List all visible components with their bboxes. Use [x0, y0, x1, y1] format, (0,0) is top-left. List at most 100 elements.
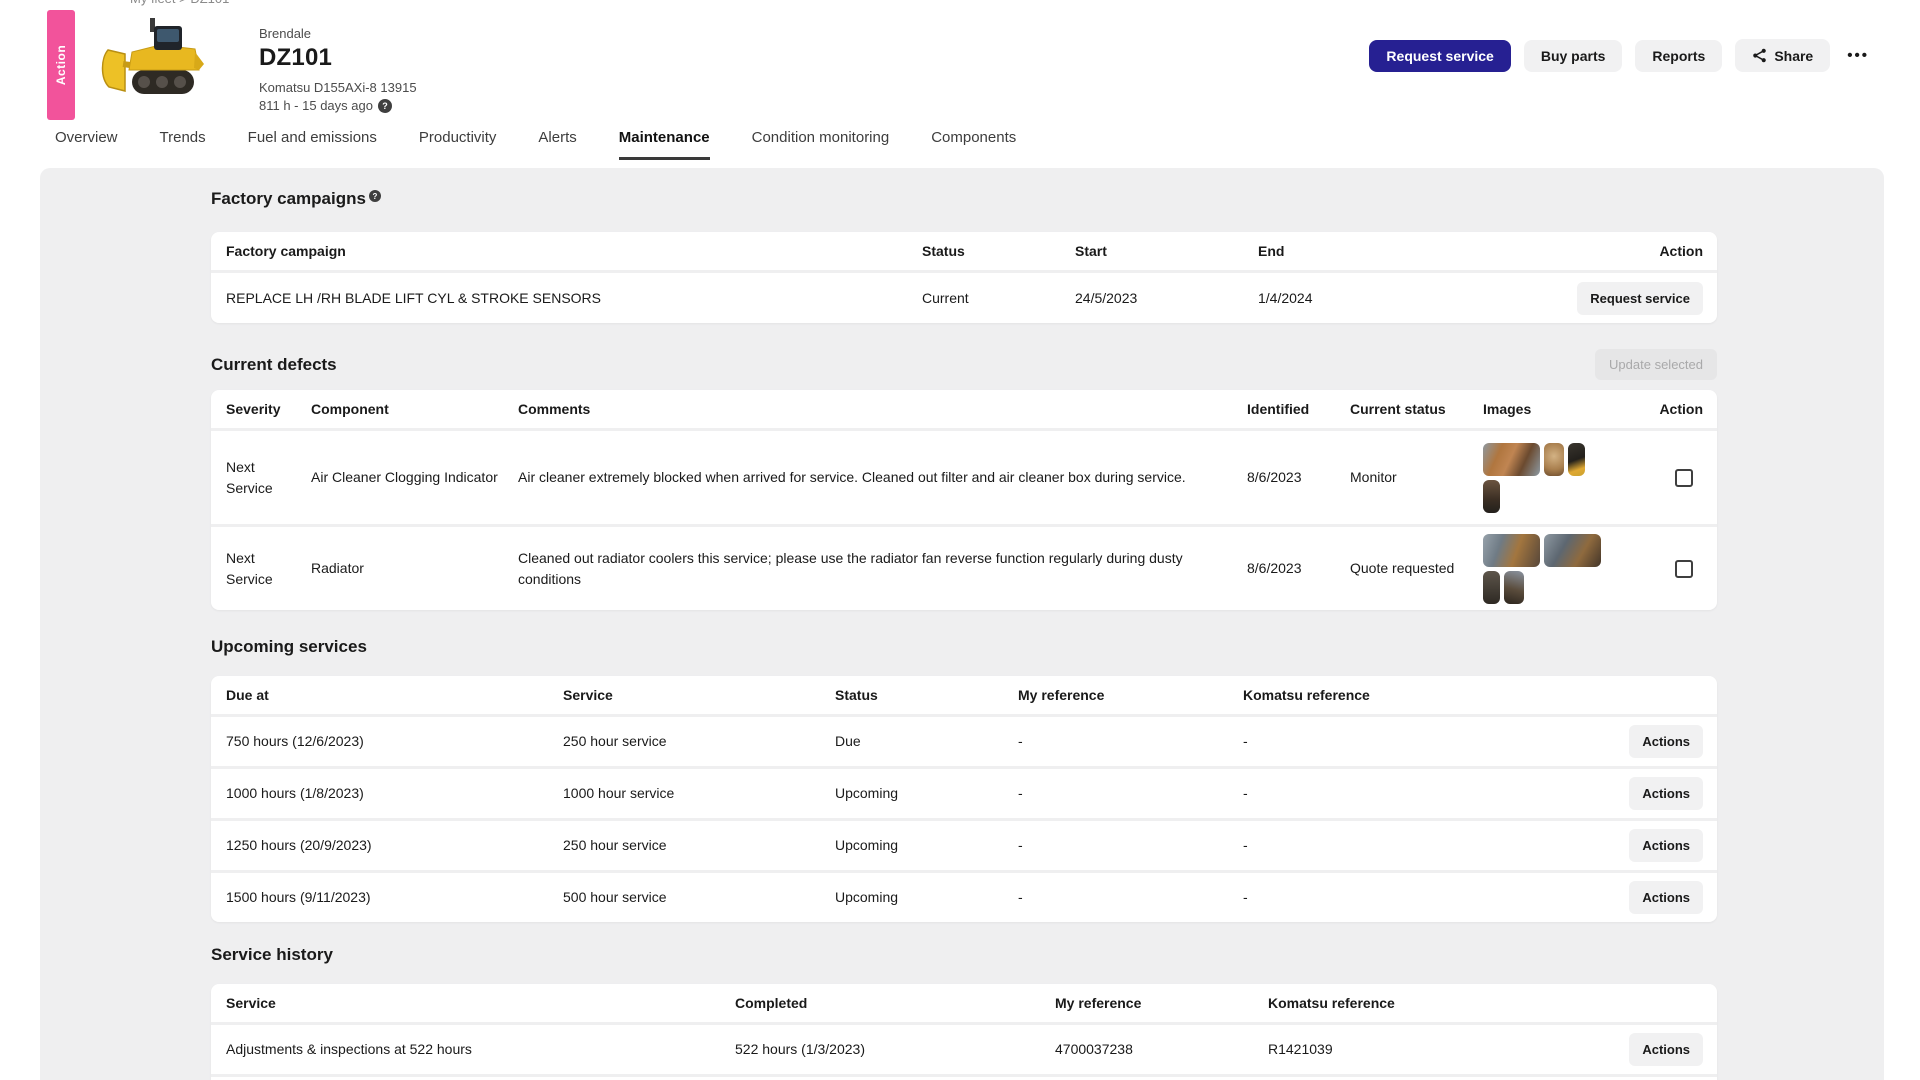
reports-button[interactable]: Reports — [1635, 40, 1722, 72]
current-defects-table-header: Severity Component Comments Identified C… — [211, 390, 1717, 428]
actions-button[interactable]: Actions — [1629, 829, 1703, 862]
upcoming-services-header: Upcoming services — [211, 632, 1717, 662]
actions-button[interactable]: Actions — [1629, 725, 1703, 758]
action-side-tab[interactable]: Action — [47, 10, 75, 120]
table-row: 500 hour service 499 hours (17/11/2021) … — [211, 1074, 1717, 1080]
defect-checkbox[interactable] — [1675, 469, 1693, 487]
table-row: 1250 hours (20/9/2023) 250 hour service … — [211, 818, 1717, 870]
service-my-reference: - — [1018, 835, 1243, 855]
service-status: Upcoming — [835, 835, 1018, 855]
defect-image-thumbnail[interactable] — [1483, 534, 1540, 567]
machine-model: Komatsu D155AXi-8 13915 — [259, 80, 417, 95]
defect-component: Radiator — [311, 558, 518, 578]
col-current-status: Current status — [1350, 399, 1483, 419]
service-status: Upcoming — [835, 887, 1018, 907]
service-due-at: 1000 hours (1/8/2023) — [211, 783, 563, 803]
actions-button[interactable]: Actions — [1629, 1033, 1703, 1066]
campaign-start: 24/5/2023 — [1075, 288, 1258, 308]
table-row: Adjustments & inspections at 522 hours 5… — [211, 1022, 1717, 1074]
col-action: Action — [1637, 399, 1717, 419]
machine-info: Brendale DZ101 Komatsu D155AXi-8 13915 8… — [259, 26, 417, 113]
col-my-reference: My reference — [1018, 685, 1243, 705]
service-name: 500 hour service — [563, 887, 835, 907]
buy-parts-button[interactable]: Buy parts — [1524, 40, 1623, 72]
tab-overview[interactable]: Overview — [55, 129, 118, 160]
tab-alerts[interactable]: Alerts — [538, 129, 576, 160]
service-status: Upcoming — [835, 783, 1018, 803]
factory-campaigns-table-header: Factory campaign Status Start End Action — [211, 232, 1717, 270]
tab-trends[interactable]: Trends — [160, 129, 206, 160]
share-button[interactable]: Share — [1735, 39, 1830, 72]
service-my-reference: - — [1018, 731, 1243, 751]
tab-components[interactable]: Components — [931, 129, 1016, 160]
defect-severity: Next Service — [211, 548, 311, 589]
current-defects-title: Current defects — [211, 355, 337, 375]
defect-checkbox[interactable] — [1675, 560, 1693, 578]
table-row: 750 hours (12/6/2023) 250 hour service D… — [211, 714, 1717, 766]
col-comments: Comments — [518, 399, 1247, 419]
defect-component: Air Cleaner Clogging Indicator — [311, 467, 518, 487]
col-start: Start — [1075, 241, 1258, 261]
actions-button[interactable]: Actions — [1629, 881, 1703, 914]
table-row: Next Service Radiator Cleaned out radiat… — [211, 524, 1717, 610]
defect-image-thumbnail[interactable] — [1544, 443, 1564, 476]
table-row: REPLACE LH /RH BLADE LIFT CYL & STROKE S… — [211, 270, 1717, 323]
defect-status: Monitor — [1350, 467, 1483, 487]
defect-identified: 8/6/2023 — [1247, 467, 1350, 487]
defect-image-thumbnail[interactable] — [1504, 571, 1524, 604]
factory-campaigns-title-text: Factory campaigns — [211, 189, 366, 209]
table-row: 1000 hours (1/8/2023) 1000 hour service … — [211, 766, 1717, 818]
current-defects-table: Severity Component Comments Identified C… — [211, 390, 1717, 610]
upcoming-services-table: Due at Service Status My reference Komat… — [211, 676, 1717, 922]
machine-hours: 811 h - 15 days ago ? — [259, 98, 417, 113]
col-images: Images — [1483, 399, 1637, 419]
campaign-end: 1/4/2024 — [1258, 288, 1557, 308]
defect-image-thumbnail[interactable] — [1568, 443, 1585, 476]
update-selected-button[interactable]: Update selected — [1595, 349, 1717, 380]
page-title: DZ101 — [259, 44, 417, 72]
service-history-table-header: Service Completed My reference Komatsu r… — [211, 984, 1717, 1022]
service-komatsu-reference: - — [1243, 887, 1543, 907]
info-icon[interactable]: ? — [369, 190, 381, 202]
defect-image-thumbnail[interactable] — [1483, 443, 1540, 476]
tab-fuel-and-emissions[interactable]: Fuel and emissions — [248, 129, 377, 160]
page: My fleet > DZ101 Action Brendale DZ101 K… — [0, 0, 1920, 1080]
tab-condition-monitoring[interactable]: Condition monitoring — [752, 129, 890, 160]
defect-image-thumbnail[interactable] — [1544, 534, 1601, 567]
col-action: Action — [1557, 241, 1717, 261]
col-completed: Completed — [735, 993, 1055, 1013]
service-due-at: 1250 hours (20/9/2023) — [211, 835, 563, 855]
table-row: 1500 hours (9/11/2023) 500 hour service … — [211, 870, 1717, 922]
col-komatsu-reference: Komatsu reference — [1243, 685, 1543, 705]
more-menu-button[interactable]: ••• — [1843, 41, 1873, 70]
service-status: Due — [835, 731, 1018, 751]
tab-maintenance[interactable]: Maintenance — [619, 129, 710, 160]
defect-image-thumbnail[interactable] — [1483, 571, 1500, 604]
defect-comments: Cleaned out radiator coolers this servic… — [518, 548, 1247, 589]
history-service: Adjustments & inspections at 522 hours — [211, 1039, 735, 1059]
service-komatsu-reference: - — [1243, 783, 1543, 803]
tab-bar: Overview Trends Fuel and emissions Produ… — [55, 129, 1016, 160]
service-my-reference: - — [1018, 887, 1243, 907]
defect-images — [1483, 528, 1637, 610]
upcoming-services-title: Upcoming services — [211, 637, 367, 657]
machine-hours-text: 811 h - 15 days ago — [259, 98, 373, 113]
defect-severity: Next Service — [211, 457, 311, 498]
history-my-reference: 4700037238 — [1055, 1039, 1268, 1059]
maintenance-panel: Factory campaigns ? Factory campaign Sta… — [40, 168, 1884, 1080]
col-status: Status — [922, 241, 1075, 261]
service-name: 250 hour service — [563, 835, 835, 855]
request-service-button[interactable]: Request service — [1369, 40, 1510, 72]
tab-productivity[interactable]: Productivity — [419, 129, 497, 160]
breadcrumb[interactable]: My fleet > DZ101 — [130, 0, 229, 6]
defect-image-thumbnail[interactable] — [1483, 480, 1500, 513]
history-completed: 522 hours (1/3/2023) — [735, 1039, 1055, 1059]
actions-button[interactable]: Actions — [1629, 777, 1703, 810]
share-label: Share — [1774, 49, 1813, 63]
defect-comments: Air cleaner extremely blocked when arriv… — [518, 467, 1247, 487]
help-icon[interactable]: ? — [378, 99, 392, 113]
request-service-row-button[interactable]: Request service — [1577, 282, 1703, 315]
share-icon — [1752, 48, 1767, 63]
col-end: End — [1258, 241, 1557, 261]
machine-location: Brendale — [259, 26, 417, 41]
